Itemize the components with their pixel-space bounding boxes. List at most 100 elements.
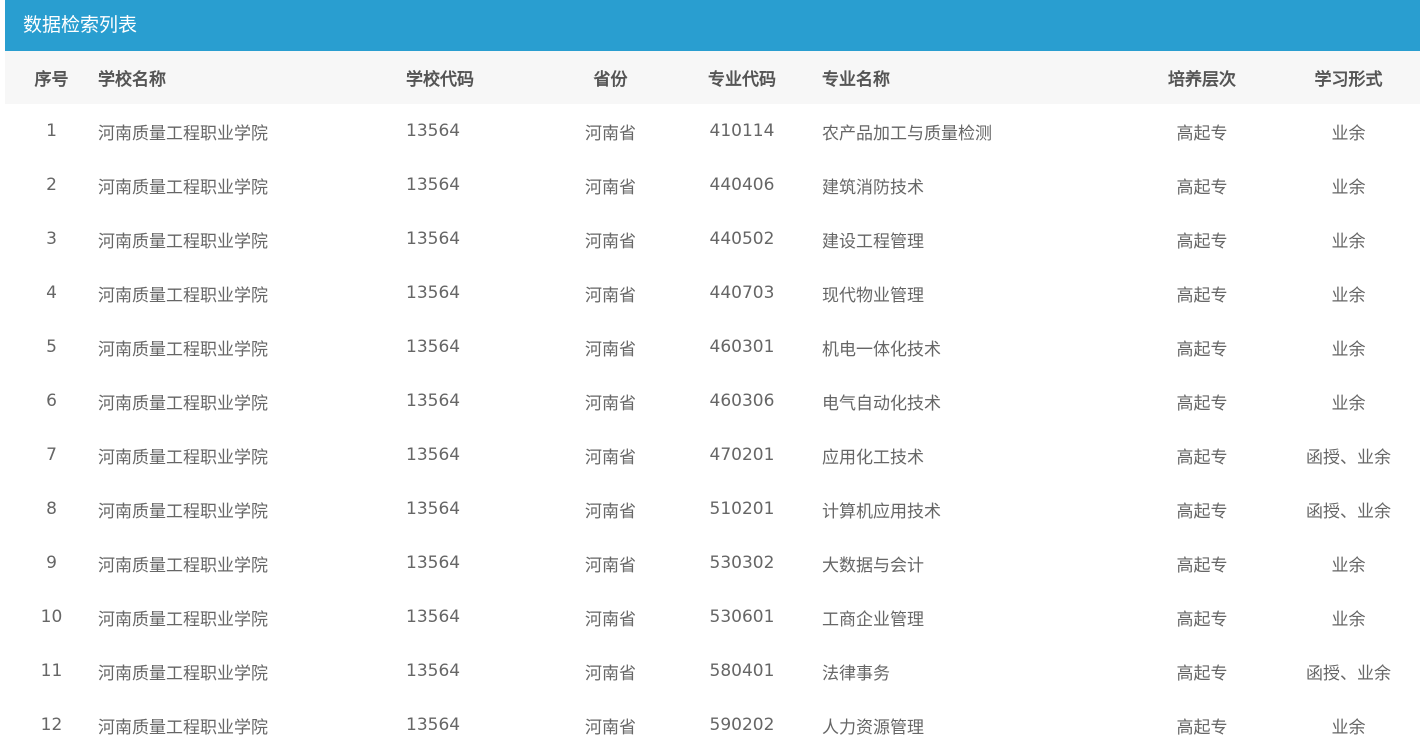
cell-province: 河南省 (585, 447, 636, 468)
cell-province: 河南省 (585, 231, 636, 252)
cell-major-name: 法律事务 (822, 663, 890, 684)
cell-level: 高起专 (1176, 339, 1228, 360)
cell-school-code: 13564 (406, 715, 461, 735)
cell-school-name: 河南质量工程职业学院 (98, 447, 268, 468)
cell-school-code: 13564 (406, 661, 461, 681)
cell-study-mode: 函授、业余 (1306, 501, 1391, 522)
col-header-major-code: 专业代码 (708, 70, 776, 90)
cell-major-code: 510201 (709, 499, 775, 519)
cell-school-code: 13564 (406, 283, 461, 303)
cell-index: 10 (40, 607, 63, 627)
col-header-study-mode: 学习形式 (1314, 70, 1383, 90)
cell-major-name: 大数据与会计 (822, 555, 924, 576)
cell-school-name: 河南质量工程职业学院 (98, 501, 268, 522)
table-body: 1 河南质量工程职业学院 13564 河南省 410114 农产品加工与质量检测… (5, 104, 1420, 752)
cell-major-name: 应用化工技术 (822, 447, 924, 468)
table-row: 7 河南质量工程职业学院 13564 河南省 470201 应用化工技术 高起专… (5, 428, 1420, 482)
cell-school-name: 河南质量工程职业学院 (98, 717, 268, 738)
cell-school-name: 河南质量工程职业学院 (98, 609, 268, 630)
cell-level: 高起专 (1176, 447, 1228, 468)
cell-school-code: 13564 (406, 499, 461, 519)
cell-index: 11 (40, 661, 63, 681)
cell-school-code: 13564 (406, 175, 461, 195)
cell-index: 3 (46, 229, 57, 249)
cell-level: 高起专 (1176, 123, 1228, 144)
cell-major-code: 460306 (709, 391, 775, 411)
cell-school-name: 河南质量工程职业学院 (98, 123, 268, 144)
cell-level: 高起专 (1176, 501, 1228, 522)
cell-major-code: 460301 (709, 337, 775, 357)
cell-index: 6 (46, 391, 57, 411)
cell-major-name: 机电一体化技术 (822, 339, 941, 360)
table-row: 8 河南质量工程职业学院 13564 河南省 510201 计算机应用技术 高起… (5, 482, 1420, 536)
cell-school-code: 13564 (406, 229, 461, 249)
table-header-row: 序号 学校名称 学校代码 省份 专业代码 专业名称 培养层次 学习形式 (5, 51, 1420, 104)
cell-school-name: 河南质量工程职业学院 (98, 285, 268, 306)
cell-level: 高起专 (1176, 663, 1228, 684)
cell-index: 7 (46, 445, 57, 465)
cell-index: 8 (46, 499, 57, 519)
cell-school-name: 河南质量工程职业学院 (98, 663, 268, 684)
cell-school-code: 13564 (406, 607, 461, 627)
cell-study-mode: 业余 (1331, 231, 1366, 252)
results-table: 序号 学校名称 学校代码 省份 专业代码 专业名称 培养层次 学习形式 1 河南… (5, 51, 1420, 752)
cell-study-mode: 业余 (1331, 339, 1366, 360)
cell-level: 高起专 (1176, 231, 1228, 252)
table-row: 12 河南质量工程职业学院 13564 河南省 590202 人力资源管理 高起… (5, 698, 1420, 752)
cell-major-name: 工商企业管理 (822, 609, 924, 630)
table-row: 11 河南质量工程职业学院 13564 河南省 580401 法律事务 高起专 … (5, 644, 1420, 698)
cell-school-name: 河南质量工程职业学院 (98, 393, 268, 414)
cell-major-code: 440502 (709, 229, 775, 249)
col-header-level: 培养层次 (1168, 70, 1236, 90)
cell-school-name: 河南质量工程职业学院 (98, 177, 268, 198)
table-row: 4 河南质量工程职业学院 13564 河南省 440703 现代物业管理 高起专… (5, 266, 1420, 320)
table-row: 5 河南质量工程职业学院 13564 河南省 460301 机电一体化技术 高起… (5, 320, 1420, 374)
table-row: 2 河南质量工程职业学院 13564 河南省 440406 建筑消防技术 高起专… (5, 158, 1420, 212)
table-row: 3 河南质量工程职业学院 13564 河南省 440502 建设工程管理 高起专… (5, 212, 1420, 266)
col-header-index: 序号 (34, 70, 69, 90)
cell-province: 河南省 (585, 393, 636, 414)
cell-major-code: 440406 (709, 175, 775, 195)
cell-index: 9 (46, 553, 57, 573)
col-header-school-code: 学校代码 (406, 70, 474, 90)
cell-province: 河南省 (585, 177, 636, 198)
col-header-major-name: 专业名称 (822, 70, 890, 90)
cell-school-code: 13564 (406, 553, 461, 573)
cell-index: 12 (40, 715, 63, 735)
cell-major-name: 现代物业管理 (822, 285, 924, 306)
cell-province: 河南省 (585, 555, 636, 576)
cell-province: 河南省 (585, 123, 636, 144)
cell-index: 1 (46, 121, 57, 141)
cell-level: 高起专 (1176, 555, 1228, 576)
cell-school-code: 13564 (406, 337, 461, 357)
cell-study-mode: 业余 (1331, 555, 1366, 576)
cell-major-code: 440703 (709, 283, 775, 303)
cell-level: 高起专 (1176, 177, 1228, 198)
cell-study-mode: 业余 (1331, 393, 1366, 414)
cell-level: 高起专 (1176, 285, 1228, 306)
cell-level: 高起专 (1176, 609, 1228, 630)
cell-major-code: 530601 (709, 607, 775, 627)
cell-school-code: 13564 (406, 391, 461, 411)
cell-index: 2 (46, 175, 57, 195)
cell-major-code: 410114 (709, 121, 775, 141)
table-row: 1 河南质量工程职业学院 13564 河南省 410114 农产品加工与质量检测… (5, 104, 1420, 158)
cell-study-mode: 业余 (1331, 717, 1366, 738)
cell-level: 高起专 (1176, 393, 1228, 414)
cell-school-name: 河南质量工程职业学院 (98, 339, 268, 360)
cell-school-name: 河南质量工程职业学院 (98, 555, 268, 576)
cell-major-name: 建筑消防技术 (822, 177, 924, 198)
cell-index: 4 (46, 283, 57, 303)
cell-major-name: 建设工程管理 (822, 231, 924, 252)
cell-major-name: 计算机应用技术 (822, 501, 941, 522)
cell-province: 河南省 (585, 501, 636, 522)
cell-school-code: 13564 (406, 445, 461, 465)
cell-school-code: 13564 (406, 121, 461, 141)
cell-province: 河南省 (585, 339, 636, 360)
col-header-province: 省份 (593, 70, 628, 90)
cell-province: 河南省 (585, 663, 636, 684)
cell-study-mode: 函授、业余 (1306, 663, 1391, 684)
cell-study-mode: 函授、业余 (1306, 447, 1391, 468)
cell-school-name: 河南质量工程职业学院 (98, 231, 268, 252)
cell-study-mode: 业余 (1331, 177, 1366, 198)
